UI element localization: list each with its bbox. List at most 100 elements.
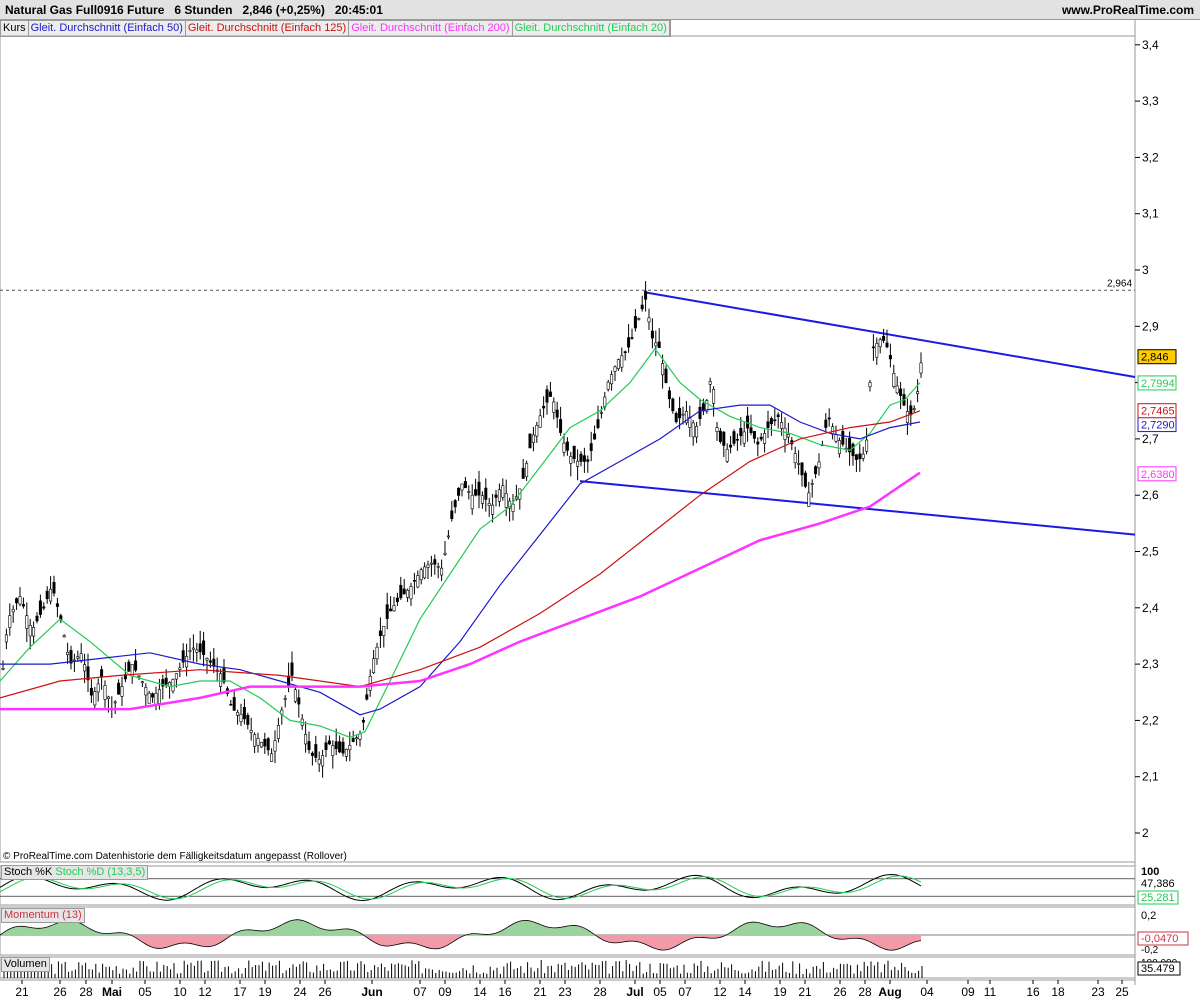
ma-value-label: 2,7994 (1141, 378, 1175, 390)
candle-body (647, 317, 651, 323)
candle-body (259, 741, 263, 748)
candle-body (800, 462, 804, 476)
candle-body (239, 713, 243, 723)
momentum-area (534, 922, 537, 935)
x-tick-label: 12 (198, 985, 212, 999)
candle-body (134, 660, 138, 671)
candle-body (416, 575, 420, 588)
momentum-line (794, 922, 799, 924)
candle-body (814, 466, 818, 475)
candle-body (4, 634, 8, 643)
momentum-area (45, 926, 48, 935)
x-tick-label: 28 (858, 985, 872, 999)
momentum-area (192, 935, 195, 945)
candle-body (858, 453, 862, 460)
momentum-area (525, 920, 528, 935)
candle-body (528, 433, 532, 449)
y-tick-label: 2,6 (1142, 488, 1159, 502)
momentum-area (288, 920, 291, 935)
candle-body (144, 687, 148, 696)
candle-body (470, 494, 474, 510)
candle-body (412, 580, 416, 582)
candle-body (841, 431, 845, 445)
momentum-area (540, 924, 543, 935)
stoch-panel-frame (0, 865, 1136, 906)
momentum-area (636, 935, 639, 943)
momentum-area (423, 935, 426, 948)
candle-body (229, 704, 233, 706)
candle-body (426, 564, 430, 568)
momentum-area (900, 935, 903, 949)
candle-body (749, 427, 753, 434)
momentum-area (792, 923, 795, 935)
momentum-area (633, 935, 636, 942)
candle-body (38, 600, 42, 615)
momentum-area (198, 935, 201, 947)
candle-body (657, 341, 661, 348)
candle-body (491, 504, 495, 515)
candle-body (433, 559, 437, 565)
momentum-area (291, 919, 294, 935)
candle-body (246, 714, 250, 725)
momentum-area (609, 935, 612, 943)
momentum-area (528, 920, 531, 935)
data-credit: © ProRealTime.com Datenhistorie dem Fäll… (3, 851, 347, 862)
candle-body (817, 461, 821, 469)
candle-body (79, 653, 83, 662)
x-tick-label: Aug (878, 985, 901, 999)
momentum-area (561, 926, 564, 935)
candle-body (916, 391, 920, 395)
candle-body (586, 459, 590, 462)
momentum-area (624, 935, 627, 942)
candle-body (752, 430, 756, 439)
momentum-area (195, 935, 198, 946)
ma-value-label: 2,7465 (1141, 406, 1175, 418)
momentum-area (57, 921, 60, 935)
momentum-area (807, 923, 810, 935)
candle-body (715, 427, 719, 432)
candle-body (674, 413, 678, 423)
momentum-area (618, 935, 621, 943)
candle-body (212, 658, 216, 667)
candle-body (739, 428, 743, 437)
candle-body (606, 381, 610, 390)
y-tick-label: 3,1 (1142, 207, 1159, 221)
x-tick-label: 18 (1051, 985, 1065, 999)
momentum-line (26, 926, 31, 928)
momentum-area (798, 922, 801, 935)
candle-body (270, 753, 274, 762)
momentum-area (48, 925, 51, 935)
candle-body (66, 651, 70, 656)
y-tick-label: 2,3 (1142, 657, 1159, 671)
momentum-area (399, 935, 402, 945)
momentum-area (300, 919, 303, 935)
candle-body (504, 493, 508, 508)
candle-body (106, 696, 110, 699)
momentum-area (774, 926, 777, 935)
momentum-line (755, 921, 760, 924)
candle-body (266, 738, 270, 751)
momentum-area (393, 935, 396, 946)
momentum-area (27, 926, 30, 935)
candle-body (290, 662, 294, 676)
momentum-line (608, 941, 613, 944)
candle-body (15, 598, 19, 604)
momentum-area (213, 935, 216, 946)
momentum-area (672, 935, 675, 949)
momentum-area (183, 935, 186, 944)
momentum-line (770, 925, 775, 928)
y-tick-label: 2,7 (1142, 432, 1159, 446)
momentum-area (180, 935, 183, 944)
momentum-area (417, 935, 420, 946)
x-tick-label: 26 (318, 985, 332, 999)
candle-body (310, 752, 314, 756)
candle-body (137, 675, 141, 678)
resistance-level-label: 2,964 (1107, 278, 1132, 289)
candle-body (861, 453, 865, 459)
candle-body (834, 434, 838, 442)
candle-body (423, 566, 427, 579)
candle-body (827, 417, 831, 420)
stoch-axis-top: 100 (1141, 866, 1159, 878)
price-chart[interactable]: 3,43,33,23,132,92,82,72,62,52,42,32,22,1… (0, 0, 1200, 1000)
candle-body (875, 343, 879, 358)
